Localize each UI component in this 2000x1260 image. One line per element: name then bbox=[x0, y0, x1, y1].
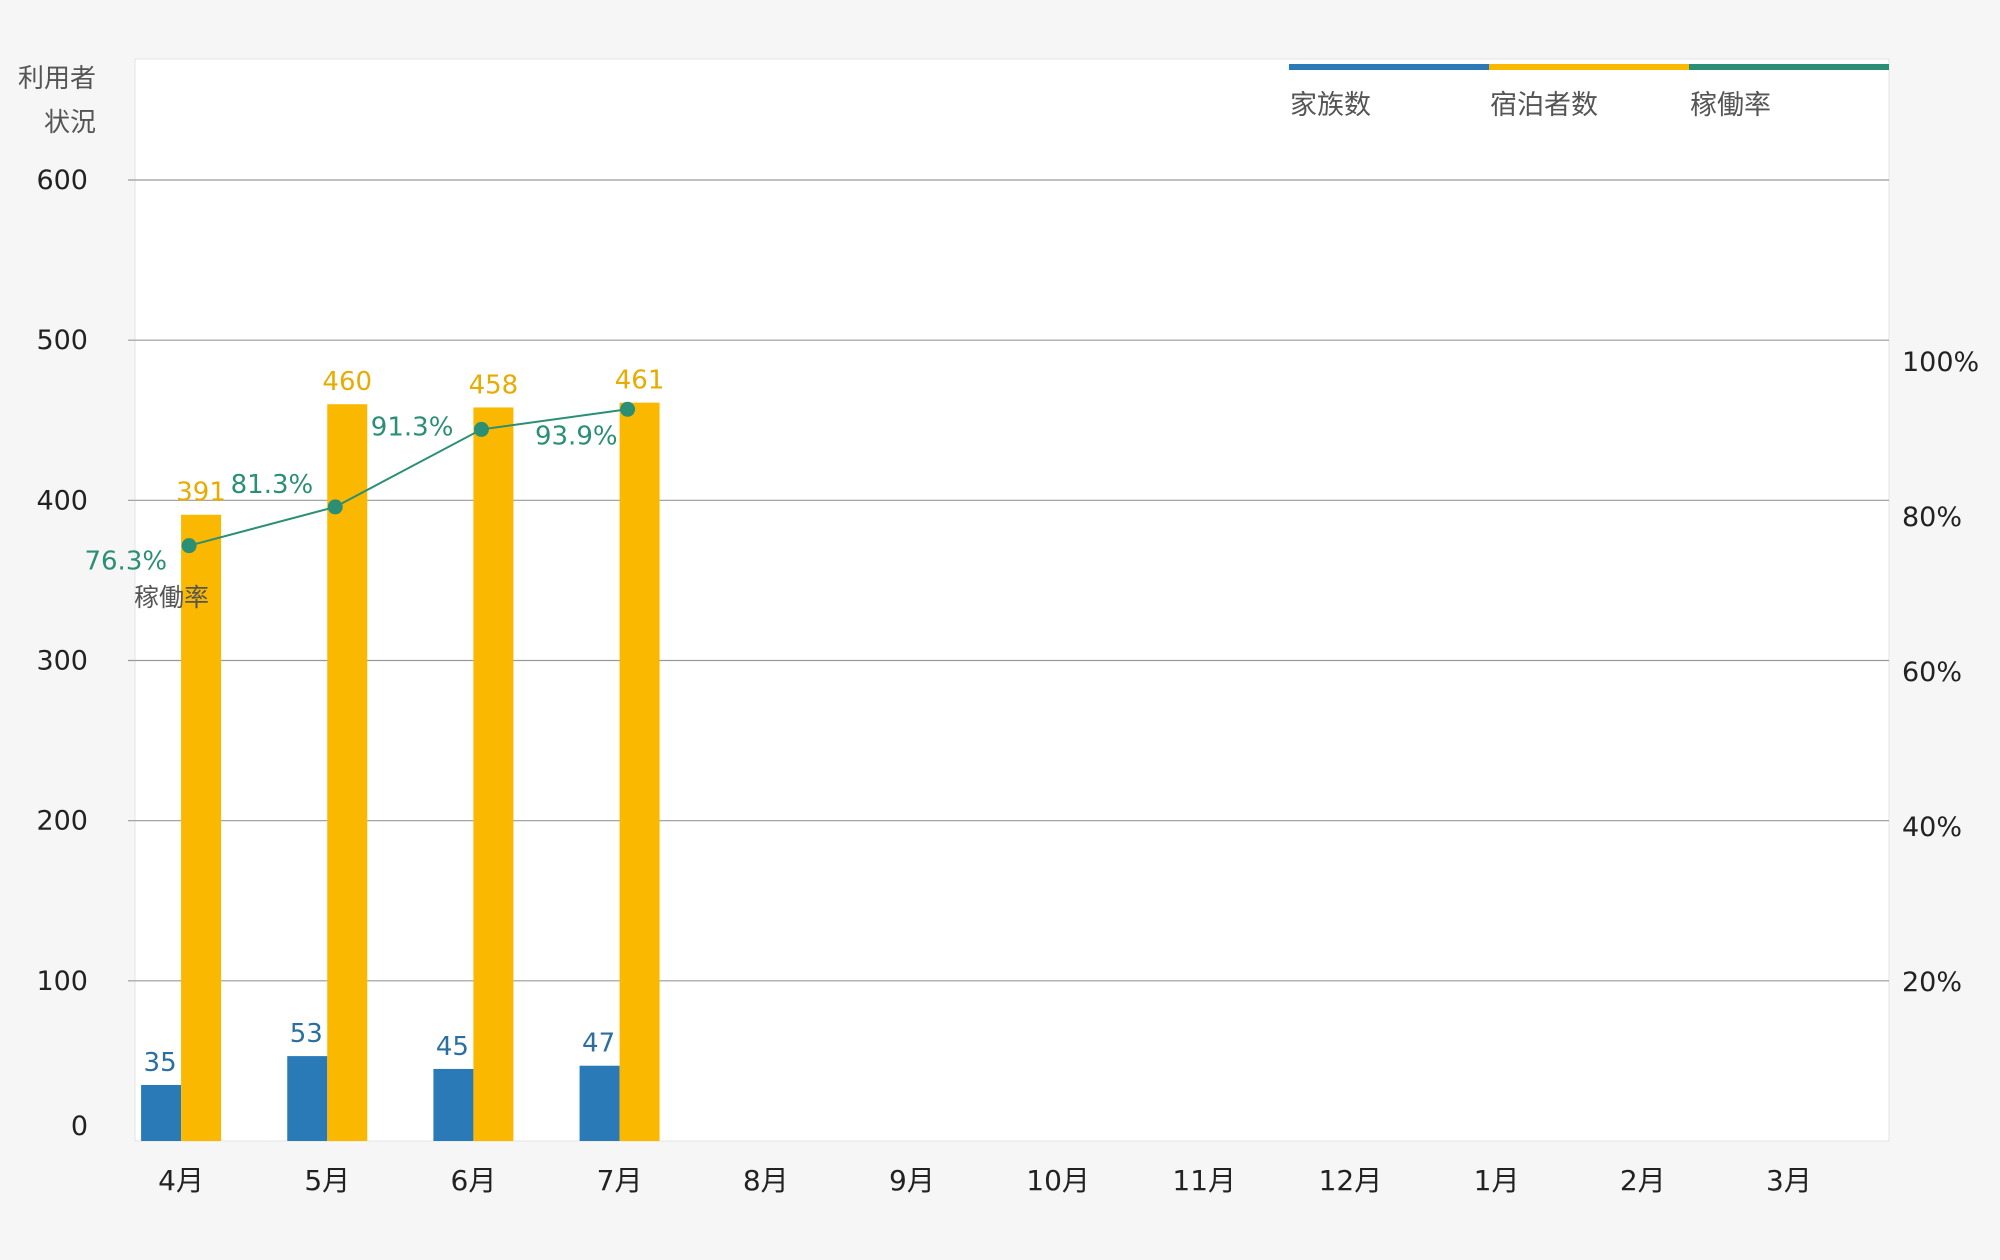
legend-label[interactable]: 宿泊者数 bbox=[1490, 90, 1598, 121]
bar-family-count[interactable] bbox=[433, 1068, 474, 1141]
y-left-tick-label: 400 bbox=[36, 485, 88, 516]
legend-swatch[interactable] bbox=[1289, 64, 1489, 70]
x-tick-label: 1月 bbox=[1474, 1164, 1520, 1197]
bar-label-family-count: 35 bbox=[144, 1048, 177, 1078]
y-right-tick-label: 60% bbox=[1902, 657, 1962, 688]
bar-label-family-count: 45 bbox=[436, 1032, 469, 1062]
line-label-occupancy-rate: 91.3% bbox=[371, 412, 454, 442]
bar-guest-count[interactable] bbox=[619, 402, 660, 1141]
y-left-tick-label: 100 bbox=[36, 966, 88, 997]
y-left-tick-label: 600 bbox=[36, 165, 88, 196]
y-left-tick-label: 300 bbox=[36, 646, 88, 677]
y-left-axis-title: 利用者 bbox=[18, 64, 96, 94]
y-left-axis-title: 状況 bbox=[44, 108, 96, 138]
x-tick-label: 11月 bbox=[1172, 1164, 1236, 1197]
bar-family-count[interactable] bbox=[141, 1084, 182, 1141]
x-tick-label: 4月 bbox=[158, 1164, 204, 1197]
bar-label-guest-count: 458 bbox=[469, 370, 519, 400]
x-tick-label: 10月 bbox=[1026, 1164, 1090, 1197]
line-label-occupancy-rate: 76.3% bbox=[84, 547, 167, 577]
point-occupancy-rate[interactable] bbox=[473, 421, 489, 437]
x-tick-label: 3月 bbox=[1766, 1164, 1812, 1197]
bar-label-guest-count: 391 bbox=[176, 478, 226, 508]
x-tick-label: 8月 bbox=[743, 1164, 789, 1197]
x-tick-label: 2月 bbox=[1620, 1164, 1666, 1197]
bar-guest-count[interactable] bbox=[327, 404, 368, 1141]
x-tick-label: 7月 bbox=[597, 1164, 643, 1197]
bar-family-count[interactable] bbox=[579, 1065, 620, 1141]
chart-container: 35 391 53 460 45 458 47 461 76.3% 81.3% 91.3% 93.9%… bbox=[0, 0, 2000, 1256]
x-tick-label: 12月 bbox=[1319, 1164, 1383, 1197]
y-right-tick-label: 20% bbox=[1902, 967, 1962, 998]
y-right-tick-label: 80% bbox=[1902, 502, 1962, 533]
legend-swatch[interactable] bbox=[1689, 64, 1889, 70]
legend-swatch[interactable] bbox=[1489, 64, 1689, 70]
bar-label-family-count: 47 bbox=[582, 1029, 615, 1059]
bar-guest-count[interactable] bbox=[473, 407, 514, 1142]
x-tick-label: 9月 bbox=[889, 1164, 935, 1197]
bar-label-guest-count: 460 bbox=[322, 367, 372, 397]
y-left-tick-label: 0 bbox=[71, 1111, 88, 1142]
legend-label[interactable]: 家族数 bbox=[1290, 90, 1371, 121]
bar-family-count[interactable] bbox=[287, 1056, 328, 1141]
x-tick-label: 5月 bbox=[304, 1164, 350, 1197]
y-right-tick-label: 40% bbox=[1902, 812, 1962, 843]
combo-chart: 35 391 53 460 45 458 47 461 76.3% 81.3% 91.3% 93.9%… bbox=[18, 58, 1979, 1197]
bar-label-family-count: 53 bbox=[290, 1019, 323, 1049]
y-left-tick-label: 500 bbox=[36, 325, 88, 356]
point-occupancy-rate[interactable] bbox=[620, 401, 636, 417]
x-tick-label: 6月 bbox=[451, 1164, 497, 1197]
y-right-tick-label: 100% bbox=[1902, 347, 1979, 378]
bar-label-guest-count: 461 bbox=[615, 366, 665, 396]
point-occupancy-rate[interactable] bbox=[181, 538, 197, 554]
y-left-tick-label: 200 bbox=[36, 806, 88, 837]
line-label-occupancy-rate: 93.9% bbox=[535, 421, 618, 451]
line-label-occupancy-rate: 81.3% bbox=[231, 470, 314, 500]
y-right-axis-title: 稼働率 bbox=[134, 583, 209, 612]
plot-area bbox=[134, 58, 1890, 1142]
point-occupancy-rate[interactable] bbox=[327, 499, 343, 515]
legend-label[interactable]: 稼働率 bbox=[1690, 90, 1771, 121]
